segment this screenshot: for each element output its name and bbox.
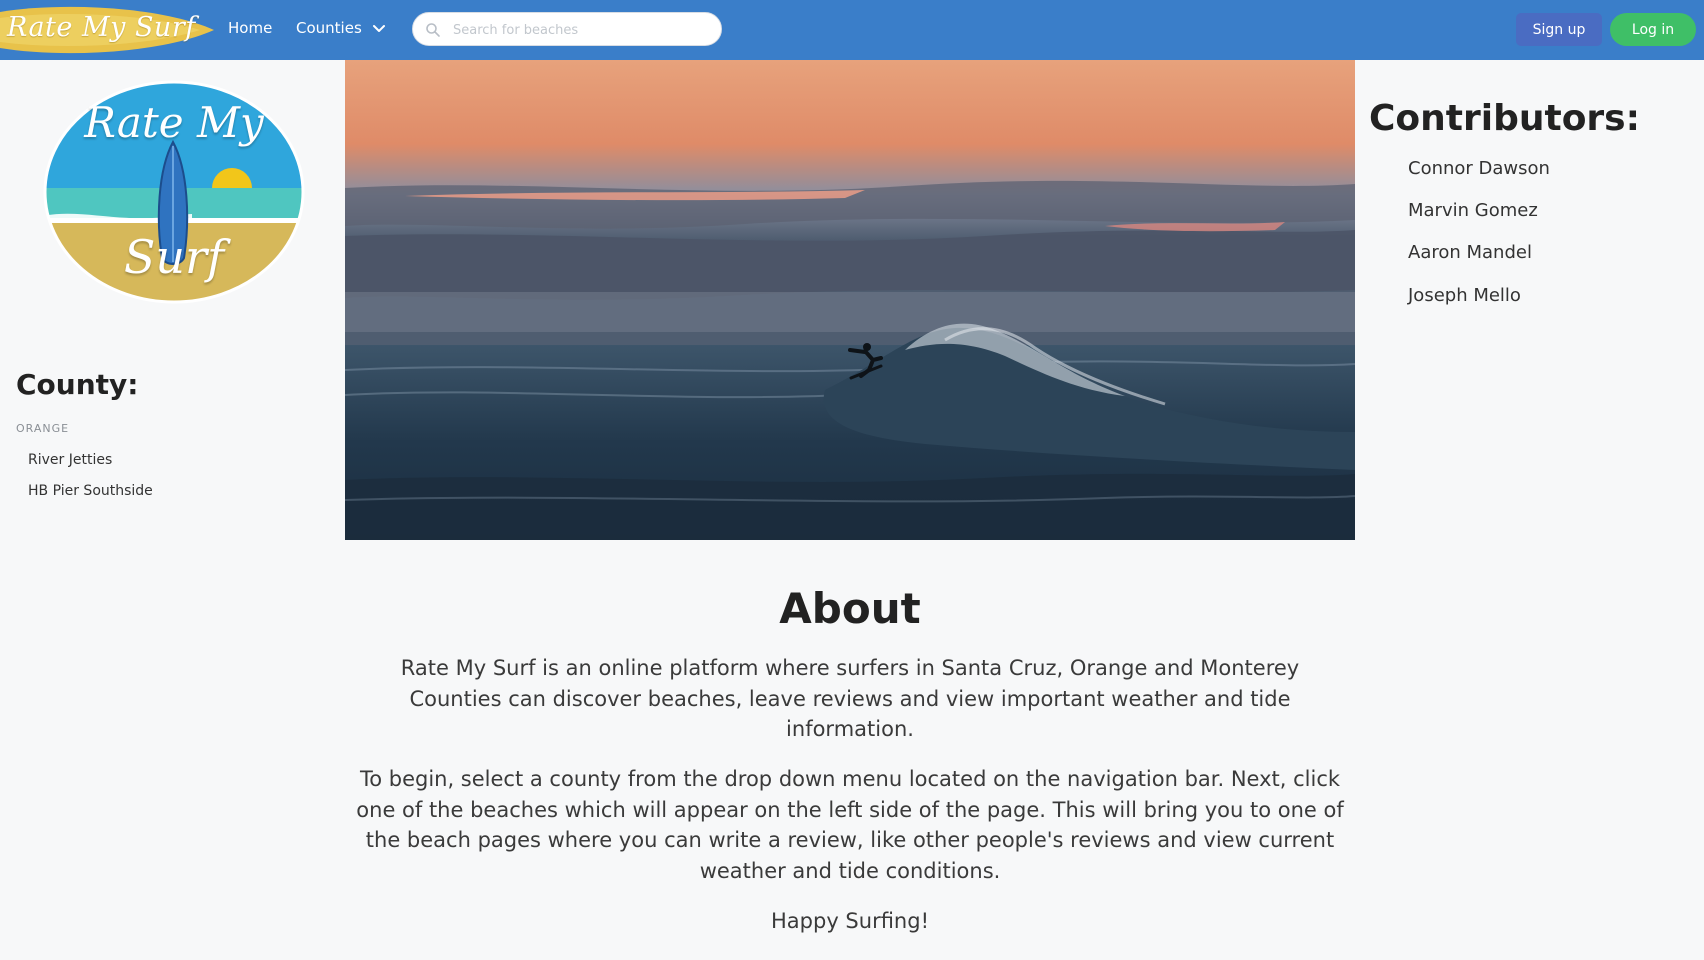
chevron-down-icon xyxy=(372,25,385,32)
about-heading: About xyxy=(779,584,921,633)
contributor-name: Joseph Mello xyxy=(1408,285,1521,306)
logo-line-2: Surf xyxy=(123,230,225,284)
brand-text: Rate My Surf xyxy=(7,12,196,43)
counties-dropdown[interactable]: Counties xyxy=(296,19,386,37)
top-navbar: Rate My Surf Home Counties Sign up Log i… xyxy=(0,0,1704,60)
login-button[interactable]: Log in xyxy=(1610,13,1696,46)
signup-button[interactable]: Sign up xyxy=(1516,13,1602,46)
counties-label: Counties xyxy=(296,19,362,37)
logo-line-1: Rate My xyxy=(84,98,264,147)
county-name: ORANGE xyxy=(16,422,70,435)
search-input[interactable] xyxy=(451,13,715,47)
surfer-wave-photo xyxy=(345,60,1355,540)
search-icon xyxy=(426,23,440,37)
nav-home-link[interactable]: Home xyxy=(228,19,272,37)
beach-link-river-jetties[interactable]: River Jetties xyxy=(28,452,112,468)
contributor-name: Marvin Gomez xyxy=(1408,200,1538,221)
rate-my-surf-logo: Rate My Surf xyxy=(42,80,306,305)
brand-logo[interactable]: Rate My Surf xyxy=(0,4,216,56)
contributor-name: Aaron Mandel xyxy=(1408,242,1532,263)
search-box xyxy=(412,12,722,47)
contributor-name: Connor Dawson xyxy=(1408,158,1550,179)
contributors-heading: Contributors: xyxy=(1369,98,1641,139)
hero-image xyxy=(345,60,1355,540)
about-paragraph-closing: Happy Surfing! xyxy=(771,909,929,933)
about-paragraph-intro: Rate My Surf is an online platform where… xyxy=(400,656,1300,741)
beach-link-hb-pier-southside[interactable]: HB Pier Southside xyxy=(28,483,153,499)
county-heading: County: xyxy=(16,368,139,401)
about-paragraph-instructions: To begin, select a county from the drop … xyxy=(356,767,1344,883)
